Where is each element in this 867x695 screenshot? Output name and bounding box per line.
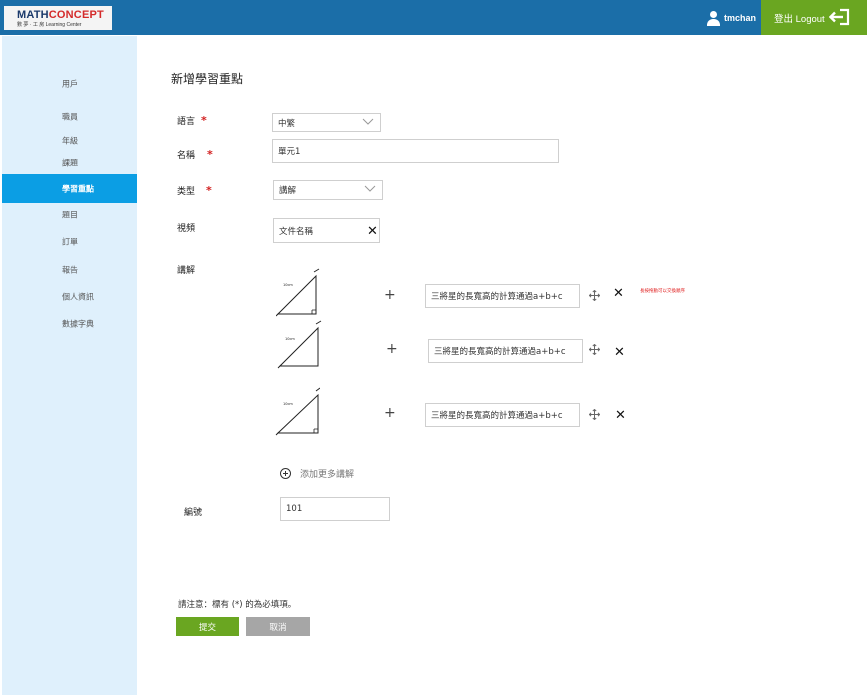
sidebar-item-users[interactable]: 用戶 (2, 70, 137, 98)
remove-row-icon[interactable]: ✕ (614, 346, 625, 359)
sidebar-item-reports[interactable]: 報告 (2, 256, 137, 284)
submit-button[interactable]: 提交 (176, 617, 239, 636)
chevron-down-icon (364, 185, 376, 192)
required-marker: * (201, 114, 207, 127)
logo: MATHCONCEPT 數 夢 · 工 房 Learning Center (4, 6, 112, 30)
top-header: MATHCONCEPT 數 夢 · 工 房 Learning Center tm… (0, 0, 867, 35)
add-image-button[interactable]: + (386, 342, 398, 356)
sidebar: 用戶 職員 年級 課題 學習重點 題目 訂單 報告 個人資訊 數據字典 (2, 36, 137, 695)
sidebar-item-learning-points[interactable]: 學習重點 (2, 174, 137, 203)
type-label: 类型 * (177, 184, 212, 197)
explanation-text-input[interactable]: 三將星的長寬高的計算通過a+b+c (425, 403, 580, 427)
name-input[interactable]: 單元1 (272, 139, 559, 163)
name-label: 名稱 * (177, 148, 213, 161)
remove-row-icon[interactable]: ✕ (613, 287, 624, 300)
sidebar-item-topics[interactable]: 課題 (2, 149, 137, 177)
logout-label: 登出 Logout (774, 13, 825, 25)
add-image-button[interactable]: + (384, 406, 396, 420)
required-note: 請注意：標有 (*) 的為必填項。 (178, 600, 297, 610)
add-circle-icon (280, 468, 291, 479)
triangle-label: 10cm (285, 337, 295, 341)
triangle-diagram (276, 268, 320, 317)
sidebar-item-orders[interactable]: 訂單 (2, 228, 137, 256)
move-icon[interactable] (589, 344, 600, 355)
language-label: 語言 * (177, 114, 207, 127)
video-file-input[interactable]: 文件名稱 (273, 218, 380, 243)
logout-button[interactable]: 登出 Logout (761, 0, 867, 35)
triangle-label: 10cm (283, 402, 293, 406)
required-marker: * (206, 184, 212, 197)
user-icon (707, 10, 720, 26)
logo-main: MATHCONCEPT (17, 9, 104, 21)
sidebar-item-profile[interactable]: 個人資訊 (2, 283, 137, 311)
logout-icon (829, 8, 850, 26)
sidebar-item-questions[interactable]: 題目 (2, 201, 137, 229)
move-icon[interactable] (589, 409, 600, 420)
drag-hint: 長按拖動可以交換順序 (640, 289, 685, 294)
language-select[interactable]: 中繁 (272, 113, 381, 132)
remove-row-icon[interactable]: ✕ (615, 409, 626, 422)
explanation-text-input[interactable]: 三將星的長寬高的計算通過a+b+c (428, 339, 583, 363)
page-title: 新增學習重點 (171, 72, 244, 86)
move-icon[interactable] (589, 290, 600, 301)
logo-subtitle: 數 夢 · 工 房 Learning Center (17, 22, 82, 28)
video-label: 視頻 (177, 224, 196, 234)
type-select[interactable]: 講解 (273, 180, 383, 200)
triangle-diagram (277, 320, 322, 369)
sidebar-item-data-dictionary[interactable]: 數據字典 (2, 310, 137, 338)
explanation-label: 講解 (177, 266, 196, 276)
number-label: 編號 (184, 508, 203, 518)
username: tmchan (724, 13, 757, 23)
user-menu[interactable]: tmchan (707, 10, 756, 26)
explanation-text-input[interactable]: 三將星的長寬高的計算通過a+b+c (425, 284, 580, 308)
number-input[interactable]: 101 (280, 497, 390, 521)
triangle-diagram (275, 387, 320, 436)
cancel-button[interactable]: 取消 (246, 617, 310, 636)
triangle-label: 10cm (283, 283, 293, 287)
add-image-button[interactable]: + (384, 288, 396, 302)
required-marker: * (207, 148, 213, 161)
chevron-down-icon (362, 118, 374, 125)
add-more-explanation-button[interactable]: 添加更多講解 (280, 467, 354, 480)
clear-video-icon[interactable]: ✕ (367, 225, 378, 238)
